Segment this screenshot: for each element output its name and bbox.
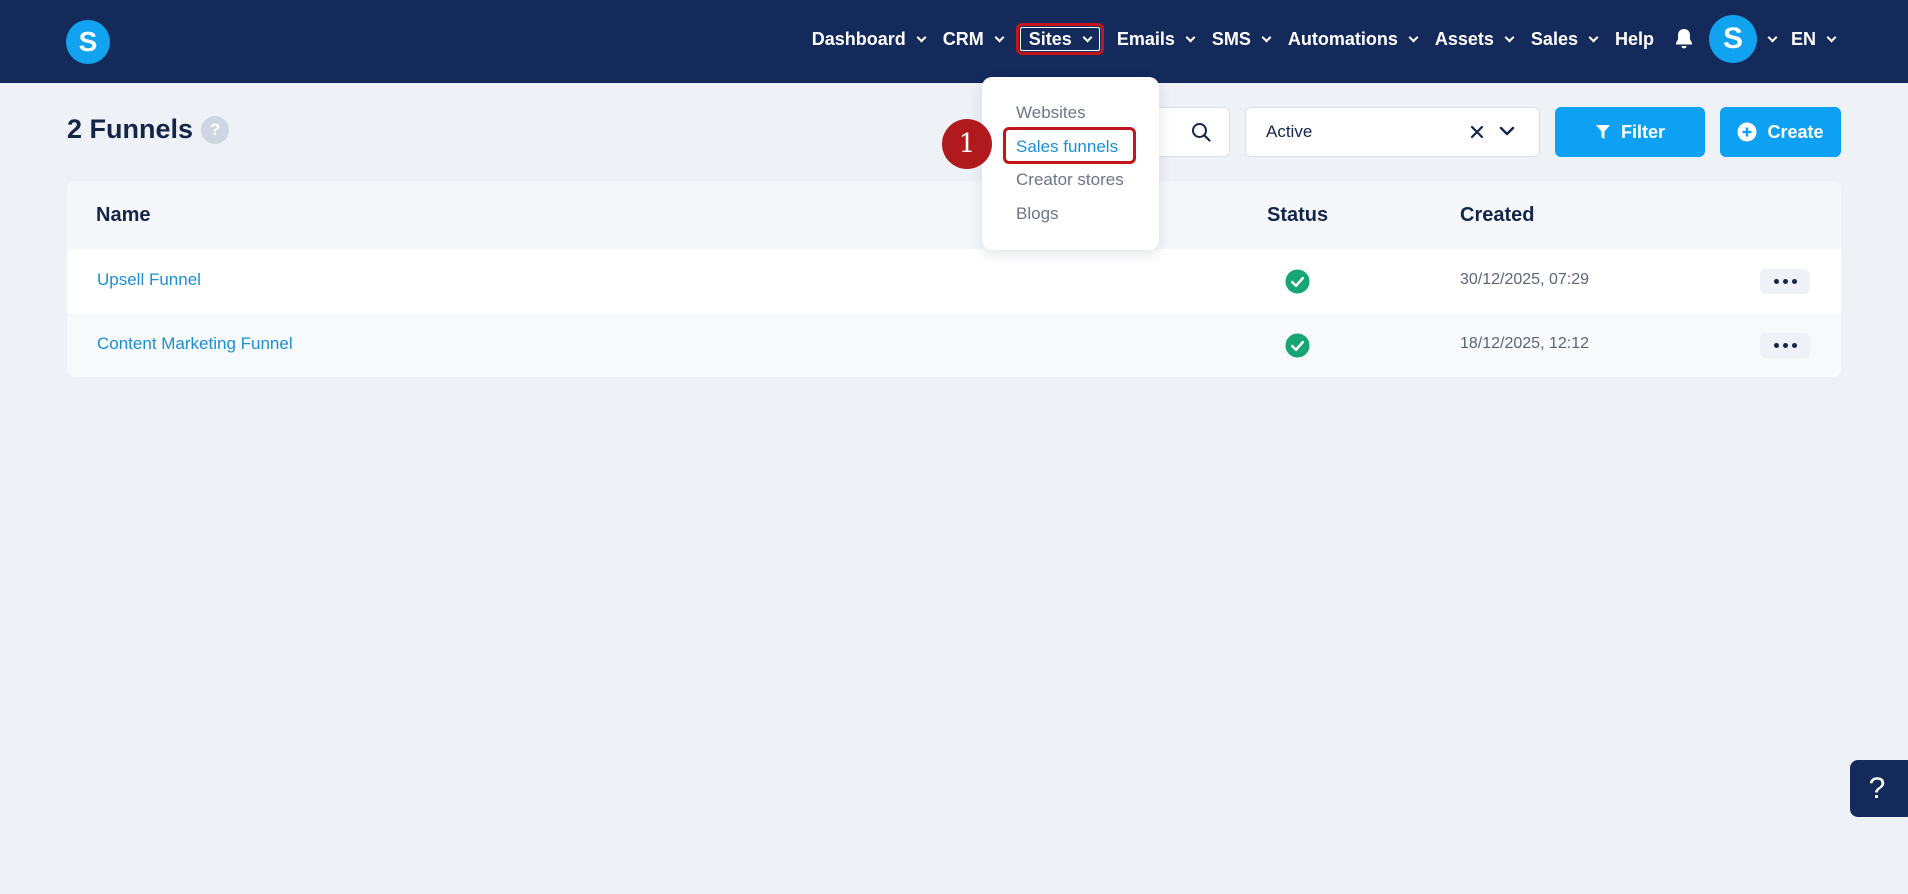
filter-button[interactable]: Filter xyxy=(1555,107,1705,157)
dot-icon xyxy=(1782,343,1788,348)
table-header: Name Status Created xyxy=(67,181,1841,249)
column-header-created[interactable]: Created xyxy=(1460,204,1534,227)
sites-dropdown-menu: Websites Sales funnels Creator stores Bl… xyxy=(982,77,1159,250)
dot-icon xyxy=(1782,279,1788,284)
chevron-down-icon xyxy=(1261,32,1272,42)
help-icon[interactable]: ? xyxy=(201,115,230,144)
chevron-down-icon xyxy=(1504,32,1515,42)
column-header-name[interactable]: Name xyxy=(96,204,150,227)
dot-icon xyxy=(1773,279,1779,284)
funnel-name-link[interactable]: Upsell Funnel xyxy=(97,270,201,290)
help-widget-button[interactable]: ? xyxy=(1850,760,1908,817)
chevron-down-icon xyxy=(916,32,927,42)
menu-item-blogs[interactable]: Blogs xyxy=(1016,204,1059,224)
table-row: Content Marketing Funnel 18/12/2025, 12:… xyxy=(67,313,1841,377)
funnel-name-link[interactable]: Content Marketing Funnel xyxy=(97,334,293,354)
nav-emails[interactable]: Emails xyxy=(1108,23,1203,55)
status-select[interactable]: Active xyxy=(1245,107,1540,157)
dot-icon xyxy=(1791,343,1797,348)
user-menu[interactable]: S xyxy=(1708,15,1782,63)
status-select-value: Active xyxy=(1266,122,1313,141)
nav-emails-label: Emails xyxy=(1116,28,1175,49)
chevron-down-icon xyxy=(994,32,1005,42)
more-actions-button[interactable] xyxy=(1760,269,1810,294)
language-selector[interactable]: EN xyxy=(1782,23,1844,55)
check-circle-icon xyxy=(1285,333,1310,358)
column-header-status[interactable]: Status xyxy=(1267,204,1328,227)
more-actions-button[interactable] xyxy=(1760,333,1810,358)
menu-item-creator-stores[interactable]: Creator stores xyxy=(1016,170,1124,190)
check-circle-icon xyxy=(1285,269,1310,294)
plus-circle-icon xyxy=(1737,122,1757,142)
chevron-down-icon xyxy=(1185,32,1196,42)
page-title: 2 Funnels ? xyxy=(67,114,230,145)
nav-help[interactable]: Help xyxy=(1606,23,1663,55)
nav-automations[interactable]: Automations xyxy=(1279,23,1426,55)
nav-assets[interactable]: Assets xyxy=(1426,23,1522,55)
top-navigation-bar: S Dashboard CRM Sites Emails SMS Automat… xyxy=(0,0,1908,83)
nav-dashboard[interactable]: Dashboard xyxy=(803,23,934,55)
language-label: EN xyxy=(1790,28,1816,49)
created-date: 18/12/2025, 12:12 xyxy=(1460,335,1590,352)
chevron-down-icon[interactable] xyxy=(1499,125,1515,137)
nav-sites-label: Sites xyxy=(1028,28,1072,49)
nav-sites[interactable]: Sites xyxy=(1015,23,1104,55)
main-nav: Dashboard CRM Sites Emails SMS Automatio… xyxy=(803,0,1844,78)
filter-button-label: Filter xyxy=(1620,121,1665,142)
create-button-label: Create xyxy=(1767,121,1824,142)
nav-crm[interactable]: CRM xyxy=(934,23,1012,55)
close-icon[interactable] xyxy=(1467,121,1487,143)
search-icon[interactable] xyxy=(1191,122,1211,142)
step-number-badge: 1 xyxy=(942,119,992,169)
table-row: Upsell Funnel 30/12/2025, 07:29 xyxy=(67,249,1841,313)
chevron-down-icon xyxy=(1408,32,1419,42)
funnels-table: Name Status Created Upsell Funnel 30/12/… xyxy=(67,181,1841,377)
nav-sales-label: Sales xyxy=(1530,28,1578,49)
nav-sms-label: SMS xyxy=(1211,28,1251,49)
menu-item-websites[interactable]: Websites xyxy=(1016,103,1086,123)
menu-item-sales-funnels[interactable]: Sales funnels xyxy=(1016,137,1118,157)
nav-automations-label: Automations xyxy=(1287,28,1398,49)
page-title-text: 2 Funnels xyxy=(67,114,194,144)
nav-sales[interactable]: Sales xyxy=(1522,23,1606,55)
nav-sms[interactable]: SMS xyxy=(1203,23,1279,55)
chevron-down-icon xyxy=(1082,32,1093,42)
filter-icon xyxy=(1595,125,1610,139)
app-logo[interactable]: S xyxy=(66,20,110,64)
chevron-down-icon xyxy=(1826,32,1837,42)
created-date: 30/12/2025, 07:29 xyxy=(1460,271,1590,288)
dot-icon xyxy=(1773,343,1779,348)
chevron-down-icon xyxy=(1588,32,1599,42)
nav-crm-label: CRM xyxy=(942,28,984,49)
dot-icon xyxy=(1791,279,1797,284)
nav-dashboard-label: Dashboard xyxy=(811,28,906,49)
avatar: S xyxy=(1708,15,1757,63)
chevron-down-icon xyxy=(1767,32,1778,42)
create-button[interactable]: Create xyxy=(1720,107,1841,157)
nav-help-label: Help xyxy=(1614,28,1654,49)
bell-icon[interactable] xyxy=(1673,28,1695,50)
nav-assets-label: Assets xyxy=(1434,28,1494,49)
